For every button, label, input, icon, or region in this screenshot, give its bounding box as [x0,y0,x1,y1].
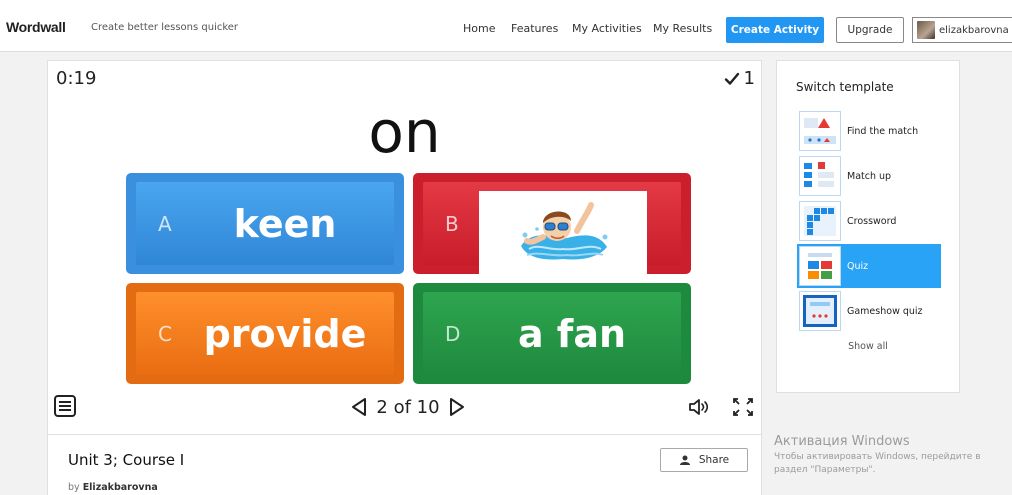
answer-text: a fan [517,311,627,356]
page: Wordwall Create better lessons quicker H… [0,0,1012,495]
template-label: Find the match [847,125,919,137]
gameshow-quiz-thumbnail-icon [799,291,841,331]
answer-image-frame [479,191,647,274]
previous-question-button[interactable] [348,396,370,418]
share-button[interactable]: Share [660,448,748,472]
share-label: Share [698,454,730,466]
answer-letter: B [445,211,459,236]
activity-author-line: by Elizakbarovna [68,482,158,493]
user-menu-button[interactable]: elizakbarovna [912,17,1012,43]
answer-d-button[interactable]: D a fan [413,283,691,384]
answer-text: provide [203,311,367,356]
show-all-link[interactable]: Show all [777,341,959,352]
windows-activation-watermark: Активация Windows Чтобы активировать Win… [774,434,1012,475]
sound-icon[interactable] [688,397,710,417]
answer-letter: C [158,321,172,346]
fullscreen-icon[interactable] [732,397,754,417]
template-crossword[interactable]: Crossword [797,199,941,243]
author-link[interactable]: Elizakbarovna [83,482,158,493]
sidebar-title: Switch template [796,80,894,94]
pager: 2 of 10 [338,395,478,419]
answer-letter: D [445,321,461,346]
answer-face: D a fan [423,292,681,375]
upgrade-button[interactable]: Upgrade [836,17,904,43]
score-value: 1 [743,68,755,89]
triangle-left-icon [352,398,367,416]
menu-icon[interactable] [54,395,76,417]
answer-face: B [423,182,681,274]
answer-a-button[interactable]: A keen [126,173,404,274]
nav-my-results[interactable]: My Results [653,22,712,35]
answer-face: C provide [136,292,394,375]
checkmark-icon [724,72,739,85]
match-up-thumbnail-icon [799,156,841,196]
top-nav: Wordwall Create better lessons quicker H… [0,0,1012,52]
switch-template-panel: Switch template Find the match Match up … [776,60,960,393]
watermark-title: Активация Windows [774,434,910,449]
answer-text: keen [233,201,337,246]
question-text: on [368,98,441,166]
answer-b-button[interactable]: B [413,173,691,274]
answer-c-button[interactable]: C provide [126,283,404,384]
template-quiz[interactable]: Quiz [797,244,941,288]
template-match-up[interactable]: Match up [797,154,941,198]
swimming-boy-image [521,202,608,260]
answer-face: A keen [136,182,394,265]
next-question-button[interactable] [446,396,468,418]
activity-title: Unit 3; Course I [68,451,185,469]
nav-my-activities[interactable]: My Activities [572,22,642,35]
person-icon [679,455,690,465]
username: elizakbarovna [939,24,1009,36]
pager-label: 2 of 10 [376,396,440,418]
watermark-line-2: раздел "Параметры". [774,465,876,475]
activity-panel: 0:19 1 on A keen B C provide D a fan 2 o… [47,60,762,435]
by-label: by [68,482,80,493]
answer-letter: A [158,211,172,236]
avatar [917,21,935,39]
timer: 0:19 [56,68,97,89]
template-label: Match up [847,170,892,182]
watermark-line-1: Чтобы активировать Windows, перейдите в [774,452,981,462]
template-label: Crossword [847,215,897,227]
score: 1 [724,68,755,89]
triangle-right-icon [449,398,464,416]
find-the-match-thumbnail-icon [799,111,841,151]
template-gameshow-quiz[interactable]: Gameshow quiz [797,289,941,333]
crossword-thumbnail-icon [799,201,841,241]
quiz-thumbnail-icon [799,246,841,286]
tagline: Create better lessons quicker [91,22,239,33]
template-label: Quiz [847,260,869,272]
create-activity-button[interactable]: Create Activity [726,17,824,43]
template-find-the-match[interactable]: Find the match [797,109,941,153]
nav-home[interactable]: Home [463,22,495,35]
nav-features[interactable]: Features [511,22,558,35]
template-label: Gameshow quiz [847,305,923,317]
wordwall-logo[interactable]: Wordwall [6,19,66,35]
activity-info: Unit 3; Course I by Elizakbarovna Share [47,435,762,495]
